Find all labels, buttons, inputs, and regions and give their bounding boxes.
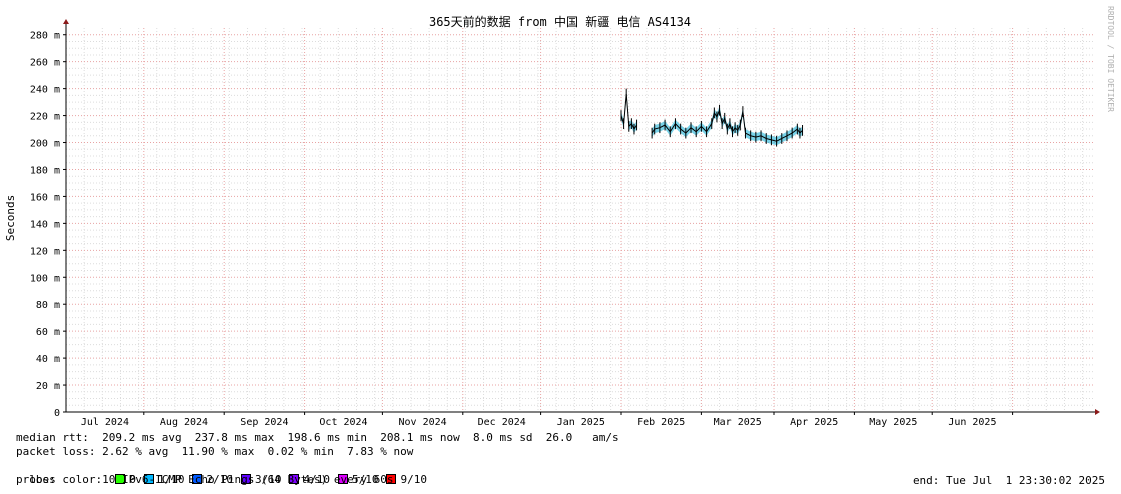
x-tick-label: Feb 2025	[637, 417, 685, 428]
y-tick-label: 0	[54, 408, 60, 419]
x-tick-label: Dec 2024	[478, 417, 526, 428]
x-tick-label: Aug 2024	[160, 417, 208, 428]
grid	[65, 28, 1093, 412]
y-tick-label: 100 m	[30, 273, 60, 284]
x-tick-label: May 2025	[869, 417, 917, 428]
y-tick-label: 40 m	[36, 354, 60, 365]
y-tick-label: 140 m	[30, 219, 60, 230]
axes	[63, 19, 1100, 415]
smokeping-chart: 365天前的数据 from 中国 新疆 电信 AS4134 Seconds RR…	[4, 6, 1115, 428]
y-tick-label: 60 m	[36, 327, 60, 338]
x-tick-label: Jul 2024	[81, 417, 129, 428]
y-axis-label: Seconds	[4, 195, 17, 241]
y-tick-label: 80 m	[36, 300, 60, 311]
y-tick-label: 120 m	[30, 246, 60, 257]
y-tick-label: 160 m	[30, 192, 60, 203]
x-axis-arrow	[1095, 409, 1100, 415]
x-tick-label: Jun 2025	[948, 417, 996, 428]
y-tick-label: 240 m	[30, 85, 60, 96]
y-tick-label: 220 m	[30, 112, 60, 123]
packet-loss-stats: packet loss: 2.62 % avg 11.90 % max 0.02…	[16, 445, 414, 458]
y-tick-label: 20 m	[36, 381, 60, 392]
y-tick-label: 260 m	[30, 58, 60, 69]
x-tick-label: Oct 2024	[319, 417, 367, 428]
y-axis-arrow	[63, 19, 69, 24]
x-ticks: Jul 2024 Aug 2024 Sep 2024 Oct 2024 Nov 2024…	[81, 412, 1014, 428]
loss-color-value: 9/10	[400, 473, 427, 486]
series-layer	[620, 88, 804, 147]
rrdtool-watermark: RRDTOOL / TOBI OETIKER	[1106, 6, 1115, 112]
x-tick-label: Jan 2025	[557, 417, 605, 428]
chart-title: 365天前的数据 from 中国 新疆 电信 AS4134	[429, 14, 691, 29]
y-tick-label: 200 m	[30, 139, 60, 150]
median-rtt-stats: median rtt: 209.2 ms avg 237.8 ms max 19…	[16, 431, 619, 444]
x-tick-label: Mar 2025	[714, 417, 762, 428]
x-tick-label: Sep 2024	[240, 417, 288, 428]
y-tick-label: 180 m	[30, 165, 60, 176]
y-tick-label: 280 m	[30, 31, 60, 42]
end-timestamp: end: Tue Jul 1 23:30:02 2025	[912, 474, 1105, 487]
x-tick-label: Nov 2024	[399, 417, 447, 428]
x-tick-label: Apr 2025	[790, 417, 838, 428]
probe-info: probe: 10 IPv6-ICMP Echo Pings (64 Bytes…	[16, 473, 394, 486]
y-ticks: 0 20 m 40 m 60 m 80 m 100 m 120 m 140 m 160 m 180…	[30, 31, 66, 419]
